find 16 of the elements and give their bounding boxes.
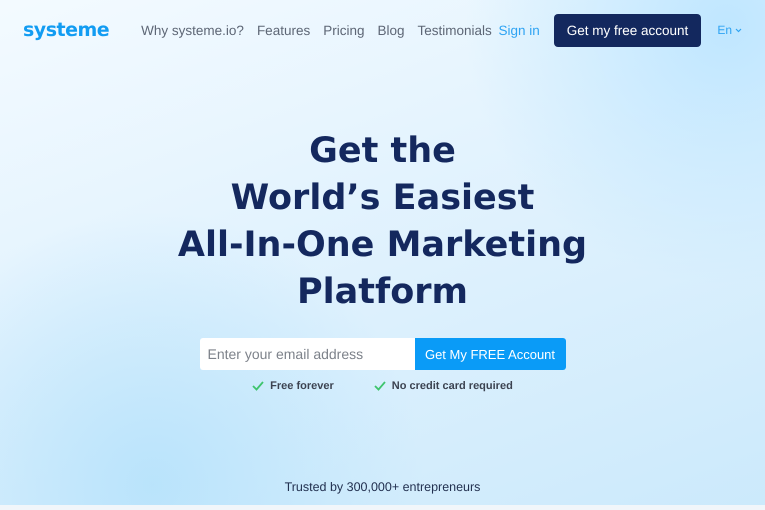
logo[interactable]: systeme xyxy=(23,19,110,41)
email-field[interactable]: Enter your email address xyxy=(200,338,414,370)
checkmark-icon xyxy=(252,381,264,391)
perk-text: No credit card required xyxy=(392,380,513,392)
submit-button[interactable]: Get My FREE Account xyxy=(414,338,566,370)
perk-text: Free forever xyxy=(270,380,334,392)
nav-link[interactable]: Testimonials xyxy=(418,22,492,38)
nav-link[interactable]: Pricing xyxy=(323,22,364,38)
checkmark-icon xyxy=(374,381,386,391)
nav-link[interactable]: Why systeme.io? xyxy=(141,22,244,38)
free-account-button[interactable]: Get my free account xyxy=(554,14,702,46)
trusted-text: Trusted by 300,000+ entrepreneurs xyxy=(284,480,480,496)
nav-link[interactable]: Features xyxy=(256,22,310,38)
headline: Get the World’s Easiest All-In-One Marketing Platform xyxy=(178,130,588,314)
chevron-down-icon xyxy=(735,28,742,32)
nav-link[interactable]: Blog xyxy=(377,22,405,38)
